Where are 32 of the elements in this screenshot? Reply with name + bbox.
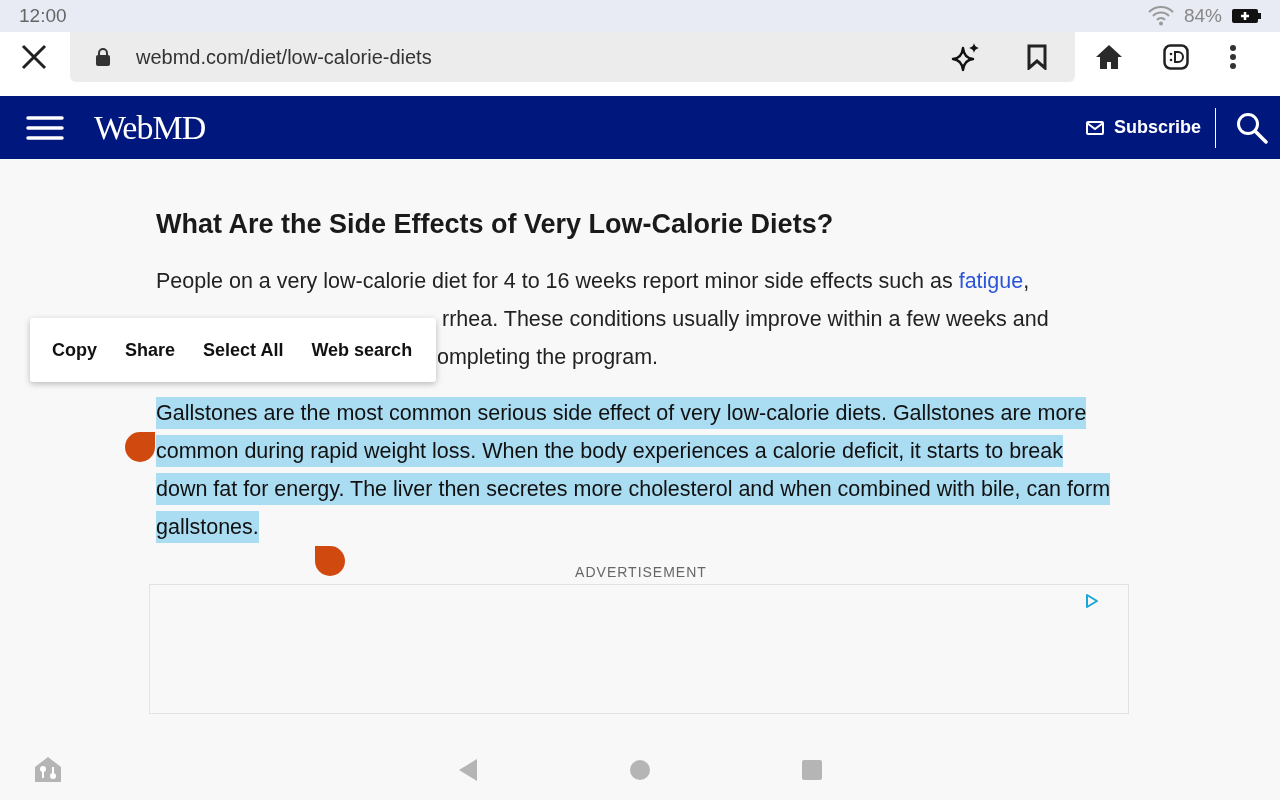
battery-level: 84% <box>1183 5 1222 27</box>
clock: 12:00 <box>19 5 67 27</box>
subscribe-link[interactable]: Subscribe <box>1085 109 1201 146</box>
menu-icon[interactable] <box>26 114 64 141</box>
lock-icon <box>96 48 110 66</box>
search-icon[interactable] <box>1236 111 1268 144</box>
menu-action[interactable]: Copy <box>38 331 111 369</box>
mail-icon <box>1085 120 1104 135</box>
close-icon <box>21 44 47 70</box>
menu-action[interactable]: Web search <box>297 331 427 369</box>
site-logo[interactable]: WebMD <box>94 108 206 147</box>
menu-action[interactable]: Share <box>111 331 190 369</box>
wifi-icon <box>1147 6 1174 26</box>
paragraph-line: People on a very low-calorie diet for 4 to 16 weeks report minor side effects such as fatigue, <box>156 268 1031 295</box>
url-text: webmd.com/diet/low-calorie-diets <box>136 45 433 69</box>
selection-end-handle[interactable] <box>315 546 345 576</box>
emoji-face-icon[interactable] <box>1163 44 1189 70</box>
selected-paragraph: Gallstones are the most common serious side effect of very low-calorie diets. Gallstones are more common during rapid weight loss. When the body experiences a calorie deficit, it starts to break down fat for energy. The liver then secretes more cholesterol and when combined with bile, can form gallstones. <box>156 394 1111 546</box>
paragraph-line: rrhea. These conditions usually improve within a few weeks and <box>442 306 1050 333</box>
bookmark-icon[interactable] <box>1027 44 1047 70</box>
ad-label: ADVERTISEMENT <box>574 564 708 580</box>
menu-action[interactable]: Select All <box>189 331 298 369</box>
address-bar[interactable]: webmd.com/diet/low-calorie-diets <box>70 32 1075 82</box>
more-options-icon[interactable] <box>1229 44 1237 70</box>
fatigue-link[interactable]: fatigue <box>958 269 1024 293</box>
selection-start-handle[interactable] <box>125 432 155 462</box>
battery-icon <box>1232 8 1262 24</box>
paragraph-line: ompleting the program. <box>437 344 660 371</box>
adchoices-icon[interactable] <box>1084 593 1100 609</box>
sparkle-icon[interactable] <box>951 42 981 72</box>
home-icon[interactable] <box>1095 44 1123 70</box>
article-heading: What Are the Side Effects of Very Low-Calorie Diets? <box>156 209 835 240</box>
